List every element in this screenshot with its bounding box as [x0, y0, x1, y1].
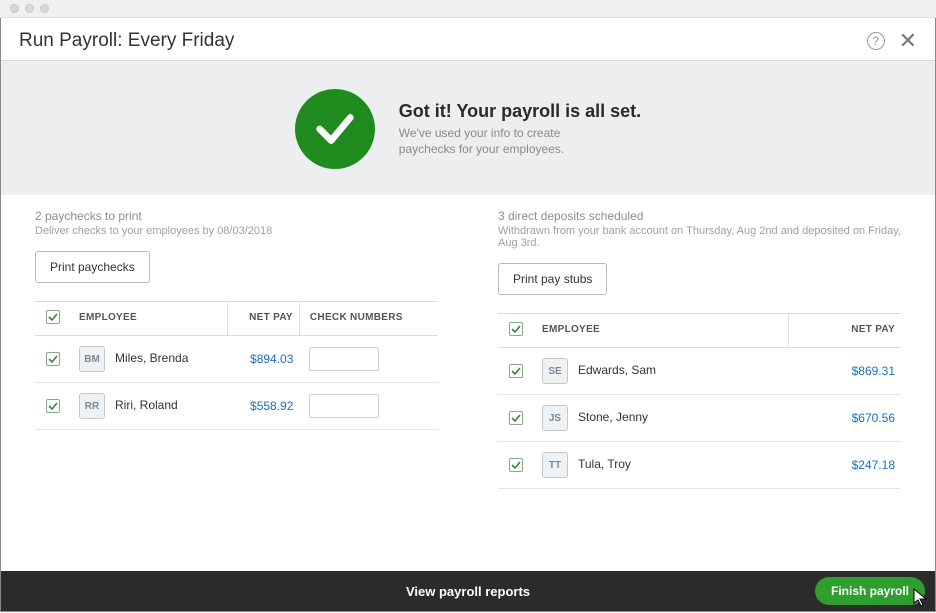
- help-icon[interactable]: ?: [867, 32, 885, 50]
- col-checknum: CHECK NUMBERS: [299, 302, 438, 336]
- title-bar: Run Payroll: Every Friday ? ✕: [1, 18, 935, 61]
- table-row: BM Miles, Brenda $894.03: [35, 336, 438, 383]
- employee-name: Riri, Roland: [115, 398, 178, 412]
- table-row: JS Stone, Jenny $670.56: [498, 395, 901, 442]
- title-actions: ? ✕: [867, 30, 917, 52]
- deposits-column: 3 direct deposits scheduled Withdrawn fr…: [498, 209, 901, 571]
- employee-name: Edwards, Sam: [578, 363, 656, 377]
- success-check-icon: [295, 89, 375, 169]
- hero-sub: We've used your info to create paychecks…: [399, 126, 609, 157]
- body-content: 2 paychecks to print Deliver checks to y…: [1, 195, 935, 571]
- row-checkbox[interactable]: [509, 458, 523, 472]
- row-checkbox[interactable]: [509, 411, 523, 425]
- table-row: RR Riri, Roland $558.92: [35, 383, 438, 430]
- col-netpay: NET PAY: [227, 302, 299, 336]
- net-pay-amount: $869.31: [852, 364, 895, 378]
- net-pay-amount: $247.18: [852, 458, 895, 472]
- employee-name: Tula, Troy: [578, 457, 631, 471]
- page-title: Run Payroll: Every Friday: [19, 30, 234, 52]
- deposits-table: EMPLOYEE NET PAY SE Edwards, Sam $869.31 JS…: [498, 313, 901, 489]
- paychecks-column: 2 paychecks to print Deliver checks to y…: [35, 209, 438, 571]
- hero-banner: Got it! Your payroll is all set. We've u…: [1, 61, 935, 195]
- net-pay-amount: $558.92: [250, 399, 293, 413]
- table-row: SE Edwards, Sam $869.31: [498, 348, 901, 395]
- col-employee: EMPLOYEE: [534, 314, 789, 348]
- employee-name: Miles, Brenda: [115, 351, 188, 365]
- close-icon[interactable]: ✕: [899, 30, 917, 52]
- footer-bar: View payroll reports Finish payroll: [1, 571, 935, 611]
- paychecks-heading: 2 paychecks to print: [35, 209, 438, 223]
- net-pay-amount: $894.03: [250, 352, 293, 366]
- hero-heading: Got it! Your payroll is all set.: [399, 101, 641, 122]
- window-chrome: [0, 0, 936, 18]
- print-pay-stubs-button[interactable]: Print pay stubs: [498, 263, 607, 295]
- table-row: TT Tula, Troy $247.18: [498, 442, 901, 489]
- hero-text: Got it! Your payroll is all set. We've u…: [399, 101, 641, 157]
- deposits-sub: Withdrawn from your bank account on Thur…: [498, 225, 901, 249]
- finish-payroll-button[interactable]: Finish payroll: [815, 577, 925, 605]
- employee-avatar: JS: [542, 405, 568, 431]
- print-paychecks-button[interactable]: Print paychecks: [35, 251, 150, 283]
- check-number-input[interactable]: [309, 347, 379, 371]
- traffic-close-icon[interactable]: [10, 4, 19, 13]
- view-reports-link[interactable]: View payroll reports: [406, 584, 530, 599]
- app-frame: Run Payroll: Every Friday ? ✕ Got it! Yo…: [0, 18, 936, 612]
- employee-avatar: RR: [79, 393, 105, 419]
- traffic-max-icon[interactable]: [40, 4, 49, 13]
- col-employee: EMPLOYEE: [71, 302, 227, 336]
- row-checkbox[interactable]: [509, 364, 523, 378]
- row-checkbox[interactable]: [46, 352, 60, 366]
- employee-avatar: SE: [542, 358, 568, 384]
- net-pay-amount: $670.56: [852, 411, 895, 425]
- select-all-checkbox[interactable]: [509, 322, 523, 336]
- paychecks-tbody: BM Miles, Brenda $894.03 RR Riri, Roland $558…: [35, 336, 438, 430]
- deposits-tbody: SE Edwards, Sam $869.31 JS Stone, Jenny $670.…: [498, 348, 901, 489]
- select-all-checkbox[interactable]: [46, 310, 60, 324]
- traffic-min-icon[interactable]: [25, 4, 34, 13]
- select-all-header: [35, 302, 71, 336]
- row-checkbox[interactable]: [46, 399, 60, 413]
- employee-name: Stone, Jenny: [578, 410, 648, 424]
- col-netpay: NET PAY: [789, 314, 901, 348]
- deposits-heading: 3 direct deposits scheduled: [498, 209, 901, 223]
- paychecks-sub: Deliver checks to your employees by 08/0…: [35, 225, 438, 237]
- employee-avatar: BM: [79, 346, 105, 372]
- employee-avatar: TT: [542, 452, 568, 478]
- select-all-header: [498, 314, 534, 348]
- check-number-input[interactable]: [309, 394, 379, 418]
- paychecks-table: EMPLOYEE NET PAY CHECK NUMBERS BM Miles, …: [35, 301, 438, 430]
